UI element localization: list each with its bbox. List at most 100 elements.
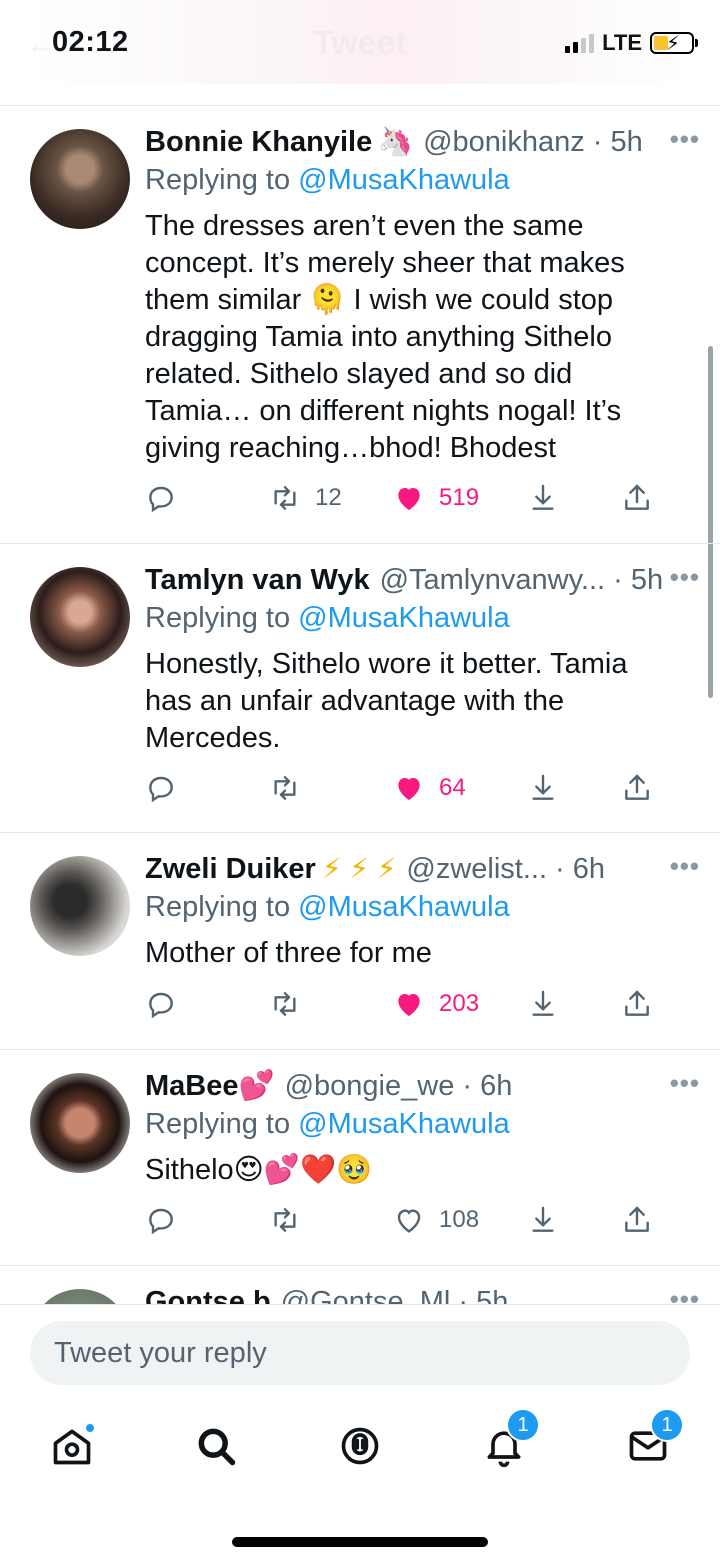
retweet-icon xyxy=(274,486,296,510)
download-button[interactable] xyxy=(527,988,621,1020)
handle: @bonikhanz · 5h xyxy=(423,126,643,158)
tweet-text: Honestly, Sithelo wore it better. Tamia … xyxy=(145,648,628,754)
retweet-button[interactable] xyxy=(269,988,393,1020)
download-button[interactable] xyxy=(527,772,621,804)
new-content-dot xyxy=(84,1422,96,1434)
download-icon xyxy=(532,774,554,800)
download-icon xyxy=(532,484,554,510)
download-icon xyxy=(532,990,554,1016)
more-options-icon[interactable]: ••• xyxy=(670,124,700,155)
notifications-badge: 1 xyxy=(506,1408,540,1442)
avatar[interactable] xyxy=(30,1289,130,1304)
download-icon xyxy=(532,1206,554,1232)
display-name[interactable]: Gontse b xyxy=(145,1284,271,1304)
nav-notifications[interactable]: 1 xyxy=(474,1408,540,1476)
nav-home[interactable] xyxy=(42,1416,102,1476)
retweet-button[interactable] xyxy=(269,772,393,804)
display-name[interactable]: MaBee💕 xyxy=(145,1068,275,1104)
status-bar: ← Tweet 02:12 LTE ⚡ xyxy=(0,0,720,100)
heart-outline-icon xyxy=(397,1209,421,1233)
retweet-icon xyxy=(274,1208,296,1232)
nav-messages[interactable]: 1 xyxy=(618,1408,684,1476)
mention-link[interactable]: @MusaKhawula xyxy=(298,1108,510,1140)
tweet[interactable]: Gontse b @Gontse_Ml · 5h ••• xyxy=(0,1266,720,1304)
retweet-button[interactable] xyxy=(269,1204,393,1236)
bottom-panel: Tweet your reply 1 1 xyxy=(0,1304,720,1559)
retweet-count: 12 xyxy=(315,484,342,511)
unicorn-emoji: 🦄 xyxy=(378,126,414,157)
display-name[interactable]: Bonnie Khanyile xyxy=(145,124,372,160)
spaces-icon xyxy=(341,1427,379,1465)
handle: @zwelist... · 6h xyxy=(406,853,606,885)
download-button[interactable] xyxy=(527,1204,621,1236)
reply-icon xyxy=(149,992,173,1019)
reply-button[interactable] xyxy=(145,772,269,804)
tweet[interactable]: Bonnie Khanyile 🦄 @bonikhanz · 5h ••• Re… xyxy=(0,106,720,544)
like-count: 108 xyxy=(439,1206,480,1233)
reply-button[interactable] xyxy=(145,1204,269,1236)
mention-link[interactable]: @MusaKhawula xyxy=(298,891,510,923)
signal-icon xyxy=(565,33,595,53)
bottom-nav: 1 1 xyxy=(0,1401,720,1491)
more-options-icon[interactable]: ••• xyxy=(670,1068,700,1099)
reply-icon xyxy=(149,776,173,803)
mention-link[interactable]: @MusaKhawula xyxy=(298,164,510,196)
replying-to: Replying to @MusaKhawula xyxy=(145,891,510,923)
heart-filled-icon xyxy=(398,994,420,1016)
reply-button[interactable] xyxy=(145,482,269,514)
avatar[interactable] xyxy=(30,129,130,229)
like-button[interactable]: 64 xyxy=(393,772,527,804)
avatar[interactable] xyxy=(30,567,130,667)
share-icon xyxy=(625,1206,649,1232)
tweet-text: The dresses aren’t even the same concept… xyxy=(145,210,625,464)
tweet-text: Sithelo😍💕❤️🥹 xyxy=(145,1154,373,1186)
handle: @Gontse_Ml · 5h xyxy=(280,1286,509,1304)
handle: @bongie_we · 6h xyxy=(284,1070,513,1102)
share-icon xyxy=(625,484,649,510)
tweet[interactable]: MaBee💕 @bongie_we · 6h ••• Replying to @… xyxy=(0,1050,720,1266)
avatar[interactable] xyxy=(30,1073,130,1173)
share-button[interactable] xyxy=(621,772,653,804)
nav-search[interactable] xyxy=(186,1416,246,1476)
share-button[interactable] xyxy=(621,1204,653,1236)
share-icon xyxy=(625,774,649,800)
nav-spaces[interactable] xyxy=(330,1416,390,1476)
home-indicator[interactable] xyxy=(232,1537,488,1547)
retweet-icon xyxy=(274,992,296,1016)
like-button[interactable]: 108 xyxy=(393,1204,527,1236)
reply-icon xyxy=(149,486,173,513)
like-button[interactable]: 203 xyxy=(393,988,527,1020)
more-options-icon[interactable]: ••• xyxy=(670,851,700,882)
avatar[interactable] xyxy=(30,856,130,956)
tweet[interactable]: Tamlyn van Wyk @Tamlynvanwy... · 5h ••• … xyxy=(0,544,720,833)
heart-filled-icon xyxy=(398,778,420,800)
like-button[interactable]: 519 xyxy=(393,482,527,514)
search-icon xyxy=(198,1428,236,1466)
reply-icon xyxy=(149,1208,173,1235)
like-count: 203 xyxy=(439,990,480,1017)
reply-input[interactable]: Tweet your reply xyxy=(30,1321,690,1385)
like-count: 64 xyxy=(439,774,466,801)
display-name[interactable]: Zweli Duiker xyxy=(145,851,316,887)
retweet-button[interactable]: 12 xyxy=(269,482,393,514)
network-label: LTE xyxy=(602,30,642,55)
more-options-icon[interactable]: ••• xyxy=(670,562,700,593)
retweet-icon xyxy=(274,776,296,800)
share-button[interactable] xyxy=(621,482,653,514)
tweet[interactable]: Zweli Duiker ⚡ ⚡ ⚡ @zwelist... · 6h ••• … xyxy=(0,833,720,1050)
more-options-icon[interactable]: ••• xyxy=(670,1284,700,1304)
share-button[interactable] xyxy=(621,988,653,1020)
download-button[interactable] xyxy=(527,482,621,514)
display-name[interactable]: Tamlyn van Wyk xyxy=(145,562,370,598)
heart-filled-icon xyxy=(398,488,420,510)
share-icon xyxy=(625,990,649,1016)
reply-feed: Bonnie Khanyile 🦄 @bonikhanz · 5h ••• Re… xyxy=(0,106,720,1304)
messages-badge: 1 xyxy=(650,1408,684,1442)
mention-link[interactable]: @MusaKhawula xyxy=(298,602,510,634)
like-count: 519 xyxy=(439,484,480,511)
handle: @Tamlynvanwy... · 5h xyxy=(379,564,664,596)
status-time: 02:12 xyxy=(52,26,129,58)
reply-button[interactable] xyxy=(145,988,269,1020)
battery-icon: ⚡ xyxy=(650,32,698,55)
replying-to: Replying to @MusaKhawula xyxy=(145,1108,510,1140)
